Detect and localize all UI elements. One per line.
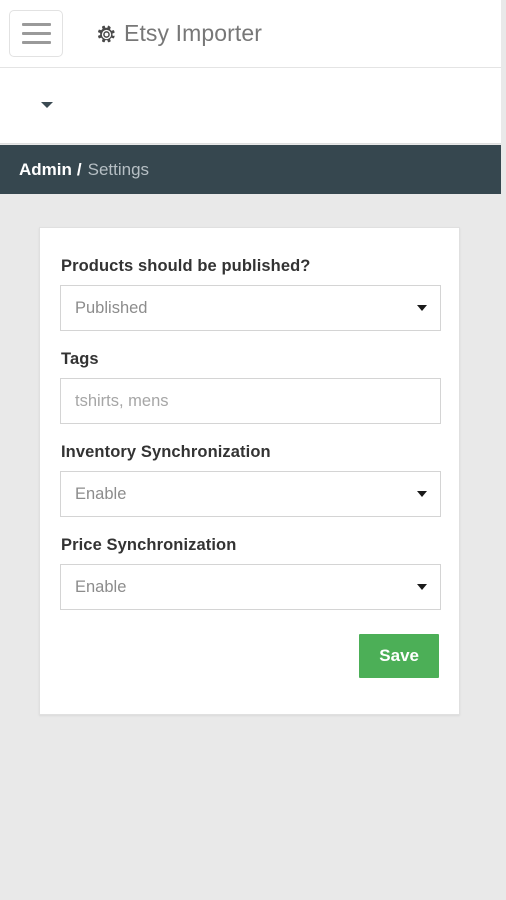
chevron-down-icon <box>417 584 427 590</box>
label-price-synchronization: Price Synchronization <box>61 536 439 555</box>
label-tags: Tags <box>61 350 439 369</box>
select-inventory-synchronization[interactable]: Enable <box>60 471 441 517</box>
breadcrumb: Admin / Settings <box>0 145 501 194</box>
hamburger-bar-3 <box>22 41 51 44</box>
hamburger-bar-2 <box>22 32 51 35</box>
gear-icon <box>96 24 117 45</box>
tags-input[interactable]: tshirts, mens <box>60 378 441 424</box>
secondary-toolbar <box>0 68 501 144</box>
breadcrumb-item-admin[interactable]: Admin <box>19 160 72 180</box>
app-brand[interactable]: Etsy Importer <box>96 20 262 47</box>
tags-input-placeholder: tshirts, mens <box>75 392 169 411</box>
app-header: Etsy Importer <box>0 0 501 68</box>
save-button[interactable]: Save <box>359 634 439 678</box>
chevron-down-icon[interactable] <box>36 96 58 114</box>
chevron-down-icon <box>417 491 427 497</box>
field-inventory-synchronization: Inventory Synchronization Enable <box>60 443 439 517</box>
breadcrumb-item-settings[interactable]: Settings <box>88 160 149 180</box>
field-price-synchronization: Price Synchronization Enable <box>60 536 439 610</box>
select-price-synchronization-value: Enable <box>75 578 126 597</box>
chevron-down-glyph <box>41 102 53 108</box>
label-products-should-be-published: Products should be published? <box>61 257 439 276</box>
page-content: Products should be published? Published … <box>0 194 506 900</box>
menu-toggle-button[interactable] <box>9 10 63 57</box>
select-products-should-be-published[interactable]: Published <box>60 285 441 331</box>
settings-card: Products should be published? Published … <box>39 227 460 715</box>
chevron-down-icon <box>417 305 427 311</box>
field-tags: Tags tshirts, mens <box>60 350 439 424</box>
hamburger-bar-1 <box>22 23 51 26</box>
app-title: Etsy Importer <box>124 20 262 47</box>
select-products-should-be-published-value: Published <box>75 299 147 318</box>
select-price-synchronization[interactable]: Enable <box>60 564 441 610</box>
field-products-should-be-published: Products should be published? Published <box>60 257 439 331</box>
card-actions: Save <box>60 634 439 678</box>
select-inventory-synchronization-value: Enable <box>75 485 126 504</box>
label-inventory-synchronization: Inventory Synchronization <box>61 443 439 462</box>
breadcrumb-separator: / <box>77 160 82 180</box>
